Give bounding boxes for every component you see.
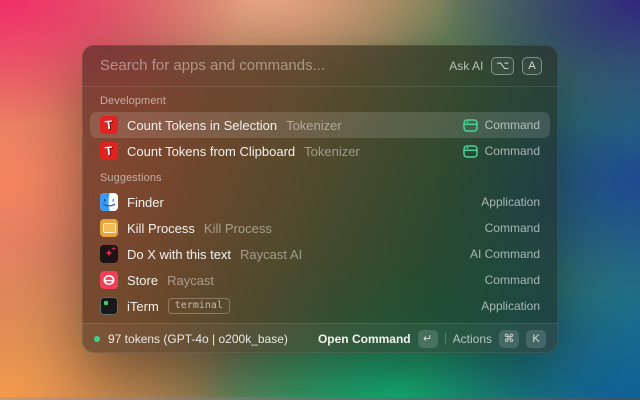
item-title: Count Tokens from Clipboard <box>127 144 295 159</box>
footer-bar: 97 tokens (GPT-4o | o200k_base) Open Com… <box>82 323 558 353</box>
search-bar: Ask AI ⌥ A <box>82 45 558 86</box>
item-title: Kill Process <box>127 221 195 236</box>
section-header-development: Development <box>90 87 550 112</box>
tokenizer-extension-icon: T <box>100 116 118 134</box>
command-icon <box>463 145 478 158</box>
list-item-store[interactable]: Store Raycast Command <box>90 267 550 293</box>
item-subtitle: Raycast AI <box>240 247 302 262</box>
list-item-count-tokens-selection[interactable]: T Count Tokens in Selection Tokenizer Co… <box>90 112 550 138</box>
option-key-icon: ⌥ <box>491 57 514 75</box>
item-type-label: AI Command <box>470 247 540 261</box>
item-title: iTerm <box>127 299 159 314</box>
item-type-label: Command <box>485 144 540 158</box>
raycast-store-icon <box>100 271 118 289</box>
list-item-finder[interactable]: Finder Application <box>90 189 550 215</box>
item-type-label: Application <box>481 195 540 209</box>
item-type-label: Command <box>485 118 540 132</box>
iterm-app-icon <box>100 297 118 315</box>
item-subtitle: Tokenizer <box>286 118 342 133</box>
finder-app-icon <box>100 193 118 211</box>
open-command-button[interactable]: Open Command <box>318 332 411 346</box>
tokenizer-extension-icon: T <box>100 142 118 160</box>
item-title: Count Tokens in Selection <box>127 118 277 133</box>
raycast-ai-icon: ✦+ <box>100 245 118 263</box>
search-input[interactable] <box>98 56 441 75</box>
list-item-kill-process[interactable]: Kill Process Kill Process Command <box>90 215 550 241</box>
status-dot-icon <box>94 336 100 342</box>
desktop-wallpaper: Ask AI ⌥ A Development T Count Tokens in… <box>0 0 640 400</box>
command-icon <box>463 119 478 132</box>
section-header-suggestions: Suggestions <box>90 164 550 189</box>
ask-ai-label[interactable]: Ask AI <box>449 59 483 73</box>
footer-divider <box>445 333 446 345</box>
item-type-label: Command <box>485 273 540 287</box>
results-list: Development T Count Tokens in Selection … <box>82 87 558 323</box>
return-key-icon: ↵ <box>418 330 438 348</box>
list-item-iterm[interactable]: iTerm terminal Application <box>90 293 550 319</box>
item-type-label: Command <box>485 221 540 235</box>
token-count-status: 97 tokens (GPT-4o | o200k_base) <box>108 332 288 346</box>
item-type-label: Application <box>481 299 540 313</box>
actions-button[interactable]: Actions <box>453 332 492 346</box>
item-subtitle: Kill Process <box>204 221 272 236</box>
k-key-badge: K <box>526 330 546 348</box>
raycast-window: Ask AI ⌥ A Development T Count Tokens in… <box>82 45 558 353</box>
item-title: Store <box>127 273 158 288</box>
list-item-count-tokens-clipboard[interactable]: T Count Tokens from Clipboard Tokenizer … <box>90 138 550 164</box>
item-subtitle: Tokenizer <box>304 144 360 159</box>
list-item-do-x-with-text[interactable]: ✦+ Do X with this text Raycast AI AI Com… <box>90 241 550 267</box>
kill-process-icon <box>100 219 118 237</box>
item-subtitle: Raycast <box>167 273 214 288</box>
item-title: Do X with this text <box>127 247 231 262</box>
terminal-tag: terminal <box>168 298 230 314</box>
command-key-icon: ⌘ <box>499 330 519 348</box>
item-title: Finder <box>127 195 164 210</box>
a-key-badge: A <box>522 57 542 75</box>
